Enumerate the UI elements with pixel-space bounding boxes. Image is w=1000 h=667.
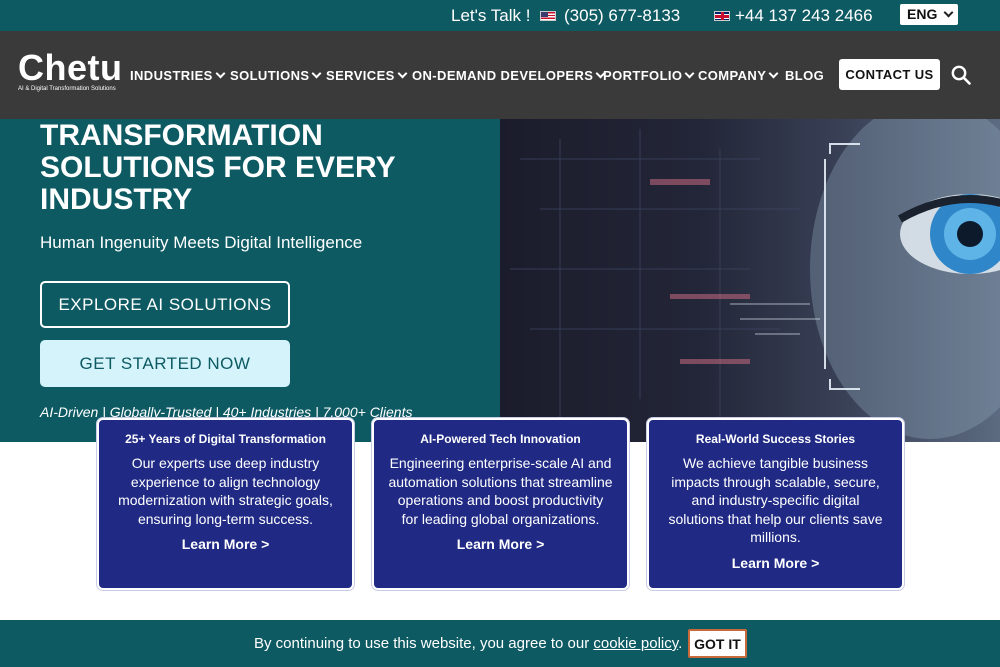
hero-subtitle: Human Ingenuity Meets Digital Intelligen… <box>40 233 363 252</box>
contact-us-button[interactable]: CONTACT US <box>839 59 940 90</box>
learn-more-link[interactable]: Learn More > <box>182 536 270 552</box>
cookie-policy-link[interactable]: cookie policy <box>593 635 678 652</box>
card-success-stories: Real-World Success Stories We achieve ta… <box>647 418 904 590</box>
nav-item-portfolio[interactable]: PORTFOLIO <box>603 68 695 83</box>
card-ai-innovation: AI-Powered Tech Innovation Engineering e… <box>372 418 629 590</box>
cookie-banner: By continuing to use this website, you a… <box>0 620 1000 667</box>
hero-title: TRANSFORMATION SOLUTIONS FOR EVERY INDUS… <box>40 119 396 216</box>
nav-item-label: SERVICES <box>326 68 395 83</box>
lets-talk-label: Let's Talk ! <box>451 6 531 25</box>
card-title: AI-Powered Tech Innovation <box>420 432 581 446</box>
nav-item-solutions[interactable]: SOLUTIONS <box>230 68 322 83</box>
nav-item-on-demand-developers[interactable]: ON-DEMAND DEVELOPERS <box>412 68 606 83</box>
card-body: Our experts use deep industry experience… <box>118 455 333 527</box>
nav-item-label: SOLUTIONS <box>230 68 310 83</box>
nav-item-label: PORTFOLIO <box>603 68 683 83</box>
language-value: ENG <box>907 6 938 22</box>
logo[interactable]: Chetu AI & Digital Transformation Soluti… <box>18 47 123 93</box>
top-bar: Let's Talk ! (305) 677-8133 +44 137 243 … <box>0 0 1000 31</box>
learn-more-link[interactable]: Learn More > <box>732 555 820 571</box>
chevron-down-icon <box>768 68 779 79</box>
got-it-button[interactable]: GOT IT <box>688 629 747 658</box>
chevron-down-icon <box>311 68 322 79</box>
card-body: Engineering enterprise-scale AI and auto… <box>388 455 613 527</box>
card-title: Real-World Success Stories <box>695 432 856 446</box>
digital-eye-illustration <box>510 119 1000 439</box>
nav-item-blog[interactable]: BLOG <box>785 68 824 83</box>
cookie-message: By continuing to use this website, you a… <box>254 635 682 652</box>
nav-item-company[interactable]: COMPANY <box>698 68 779 83</box>
nav-item-label: COMPANY <box>698 68 767 83</box>
language-select[interactable]: ENG <box>900 4 958 25</box>
search-icon[interactable] <box>951 65 971 85</box>
logo-name: Chetu <box>18 47 123 88</box>
card-digital-transformation: 25+ Years of Digital Transformation Our … <box>97 418 354 590</box>
chevron-down-icon <box>397 68 408 79</box>
main-nav: Chetu AI & Digital Transformation Soluti… <box>0 31 1000 119</box>
uk-flag-icon <box>714 11 730 21</box>
hero-section: TRANSFORMATION SOLUTIONS FOR EVERY INDUS… <box>0 119 500 442</box>
hero-image <box>500 119 1000 442</box>
cookie-message-text: By continuing to use this website, you a… <box>254 635 590 652</box>
logo-tagline: AI & Digital Transformation Solutions <box>18 86 116 92</box>
nav-item-label: BLOG <box>785 68 825 83</box>
explore-ai-solutions-button[interactable]: EXPLORE AI SOLUTIONS <box>40 281 290 328</box>
nav-item-services[interactable]: SERVICES <box>326 68 408 83</box>
nav-item-label: INDUSTRIES <box>130 68 213 83</box>
us-flag-icon <box>540 11 556 21</box>
card-body: We achieve tangible business impacts thr… <box>668 455 883 545</box>
get-started-now-button[interactable]: GET STARTED NOW <box>40 340 290 387</box>
nav-item-industries[interactable]: INDUSTRIES <box>130 68 226 83</box>
chevron-down-icon <box>215 68 226 79</box>
nav-item-label: ON-DEMAND DEVELOPERS <box>412 68 594 83</box>
us-phone-link[interactable]: (305) 677-8133 <box>564 6 680 26</box>
chevron-down-icon <box>943 7 954 18</box>
chevron-down-icon <box>684 68 695 79</box>
card-title: 25+ Years of Digital Transformation <box>125 432 326 446</box>
uk-phone-link[interactable]: +44 137 243 2466 <box>735 6 873 26</box>
cookie-period: . <box>678 635 683 652</box>
learn-more-link[interactable]: Learn More > <box>457 536 545 552</box>
